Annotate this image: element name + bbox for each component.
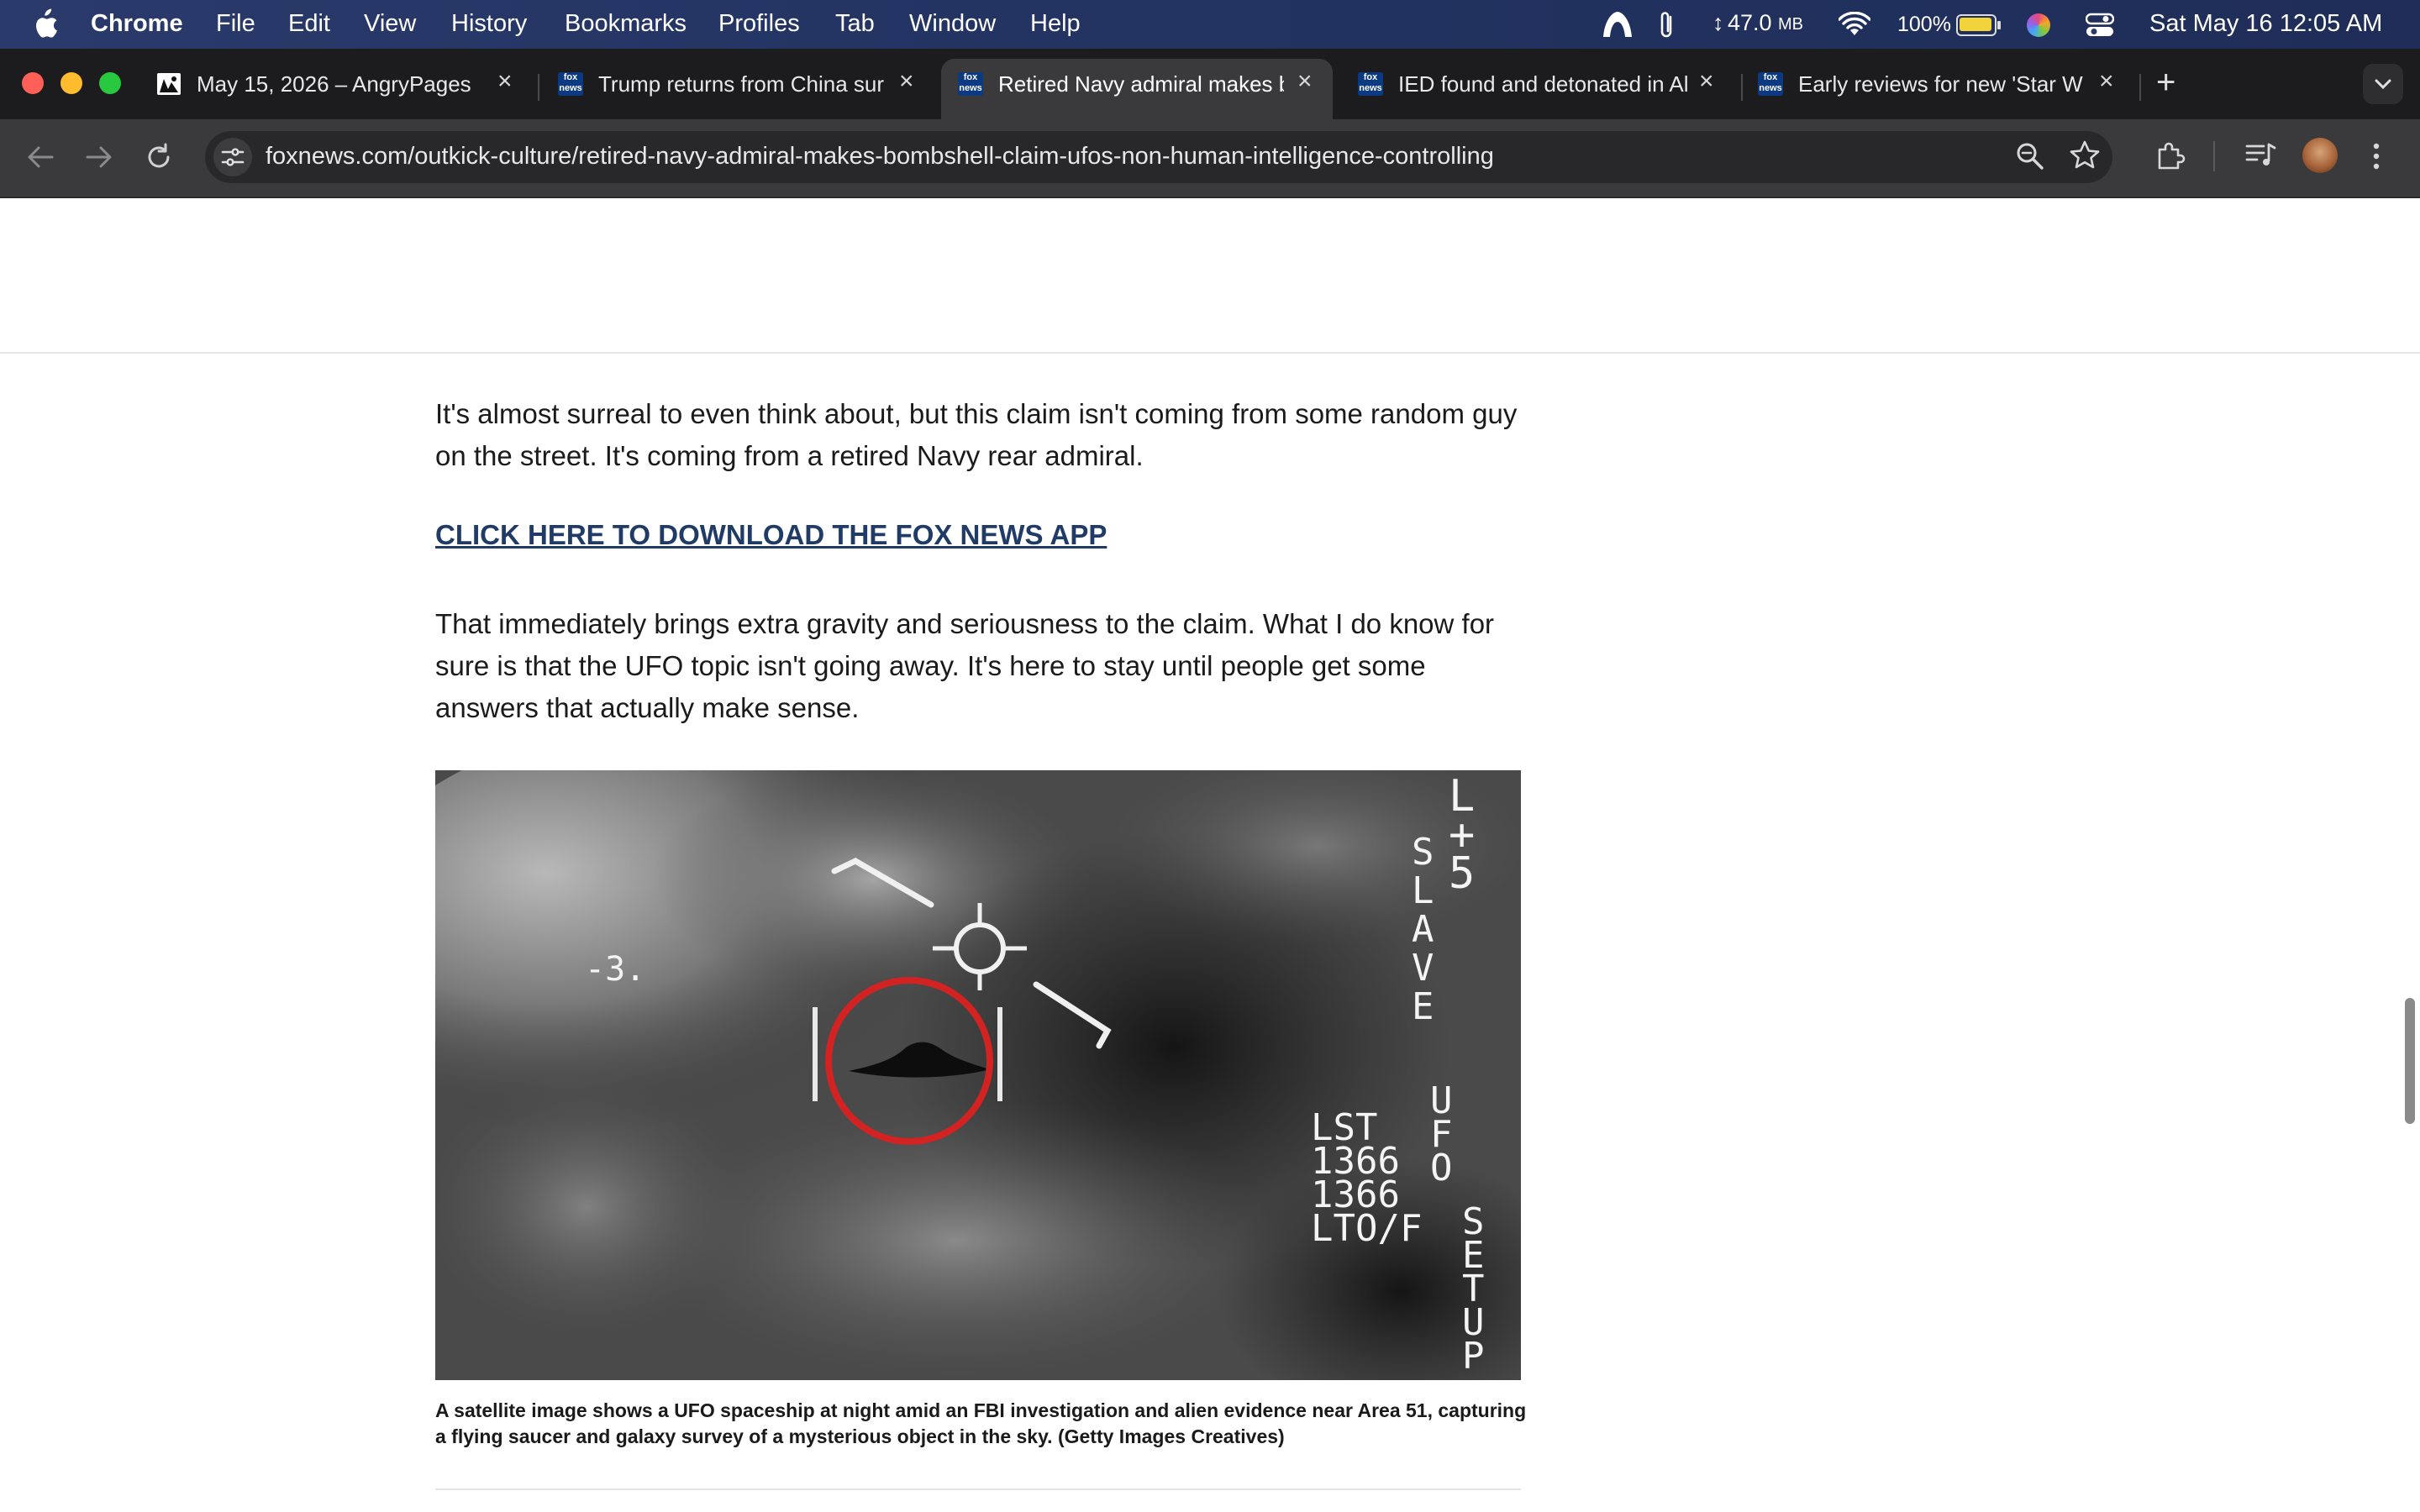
- menu-window[interactable]: Window: [909, 10, 996, 38]
- apple-icon[interactable]: [30, 8, 59, 40]
- siri-icon[interactable]: [2027, 13, 2050, 37]
- tab-search-button[interactable]: [2363, 64, 2403, 104]
- menu-clock[interactable]: Sat May 16 12:05 AM: [2149, 10, 2382, 38]
- battery-icon[interactable]: [1956, 14, 2001, 36]
- hud-lst-line: LTO/F: [1311, 1207, 1422, 1250]
- memory-unit: MB: [1778, 15, 1803, 34]
- chevron-down-icon: [2375, 79, 2391, 90]
- menu-file[interactable]: File: [216, 10, 255, 38]
- hud-slave-char: E: [1412, 985, 1434, 1028]
- page-scrollbar-thumb[interactable]: [2405, 998, 2415, 1124]
- tune-icon: [221, 148, 245, 166]
- tab-close-icon[interactable]: ×: [1699, 67, 1714, 96]
- macos-menu-bar: Chrome File Edit View History Bookmarks …: [0, 0, 2420, 49]
- toolbar-divider: [2213, 141, 2215, 171]
- media-controls-icon[interactable]: [2245, 141, 2277, 170]
- profile-avatar[interactable]: [2302, 138, 2338, 173]
- minimize-window-button[interactable]: [60, 72, 82, 94]
- article-image-ufo[interactable]: -3. L +5 S L A V E LST 1366 1366 LTO/F U F O S E T U P: [435, 770, 1521, 1380]
- tab-star-wars-reviews[interactable]: fox news Early reviews for new 'Star W ×: [1758, 59, 2128, 109]
- app-status-icon[interactable]: [1602, 10, 1634, 39]
- menu-history[interactable]: History: [451, 10, 527, 38]
- tab-separator: [2139, 74, 2141, 101]
- article-paragraph: It's almost surreal to even think about,…: [435, 398, 1518, 471]
- fox-news-favicon-icon: fox news: [558, 72, 583, 96]
- tab-title: May 15, 2026 – AngryPages: [197, 71, 471, 97]
- hud-slave-char: V: [1412, 947, 1434, 990]
- menu-edit[interactable]: Edit: [288, 10, 330, 38]
- hud-ufo-char: O: [1430, 1147, 1453, 1189]
- fox-news-favicon-icon: fox news: [1758, 72, 1783, 96]
- tab-retired-navy-admiral[interactable]: fox news Retired Navy admiral makes b ×: [941, 59, 1333, 119]
- wifi-icon[interactable]: [1839, 12, 1870, 37]
- tab-ied-found[interactable]: fox news IED found and detonated in Al ×: [1358, 59, 1728, 109]
- hud-slave-char: L: [1412, 869, 1434, 912]
- image-caption: A satellite image shows a UFO spaceship …: [435, 1399, 1527, 1447]
- kebab-menu-icon[interactable]: [2371, 141, 2381, 171]
- menu-app-name[interactable]: Chrome: [91, 10, 183, 38]
- control-center-icon[interactable]: [2086, 13, 2114, 38]
- tab-close-icon[interactable]: ×: [1297, 67, 1313, 96]
- ufo-photo: -3.L+5SLAVELST13661366LTO/FUFOSETUP: [435, 770, 1521, 1380]
- menu-view[interactable]: View: [364, 10, 416, 38]
- tab-close-icon[interactable]: ×: [899, 67, 914, 96]
- article-paragraph: That immediately brings extra gravity an…: [435, 608, 1495, 723]
- zoom-window-button[interactable]: [99, 72, 121, 94]
- reload-icon[interactable]: [143, 141, 175, 173]
- download-app-link[interactable]: CLICK HERE TO DOWNLOAD THE FOX NEWS APP: [435, 519, 1107, 551]
- tab-title: Retired Navy admiral makes b: [998, 71, 1284, 97]
- hud-setup-char: P: [1462, 1335, 1485, 1378]
- menu-help[interactable]: Help: [1030, 10, 1081, 38]
- hud-left-reading: -3.: [585, 950, 645, 989]
- tab-close-icon[interactable]: ×: [497, 67, 513, 96]
- menu-tab[interactable]: Tab: [835, 10, 875, 38]
- tab-title: Trump returns from China sur: [598, 71, 885, 97]
- tab-trump-china[interactable]: fox news Trump returns from China sur ×: [558, 59, 928, 109]
- tab-title: IED found and detonated in Al: [1398, 71, 1689, 97]
- battery-percent: 100%: [1897, 13, 1951, 36]
- memory-status-arrows: ↕: [1712, 10, 1724, 35]
- new-tab-plus-icon[interactable]: +: [2156, 64, 2175, 102]
- ad-placeholder: [0, 198, 2420, 354]
- forward-arrow-icon[interactable]: [84, 143, 114, 171]
- hud-slave-char: A: [1412, 908, 1434, 951]
- site-info-button[interactable]: [213, 138, 252, 176]
- hud-slave-char: S: [1412, 831, 1434, 874]
- menu-bookmarks[interactable]: Bookmarks: [565, 10, 687, 38]
- back-arrow-icon[interactable]: [25, 143, 55, 171]
- fox-news-favicon-icon: fox news: [958, 72, 983, 96]
- tab-separator: [1741, 74, 1743, 101]
- divider: [435, 1488, 1521, 1490]
- paperclip-icon[interactable]: [1657, 10, 1676, 40]
- menu-profiles[interactable]: Profiles: [718, 10, 800, 38]
- memory-status[interactable]: 47.0: [1728, 10, 1772, 36]
- hud-top-right-char: 5: [1449, 848, 1475, 899]
- fox-news-favicon-icon: fox news: [1358, 72, 1383, 96]
- url-text[interactable]: foxnews.com/outkick-culture/retired-navy…: [266, 143, 1494, 171]
- angrypages-favicon-icon: [157, 73, 181, 95]
- close-window-button[interactable]: [22, 72, 44, 94]
- tab-close-icon[interactable]: ×: [2099, 67, 2114, 96]
- bookmark-star-icon[interactable]: [2069, 139, 2101, 171]
- tab-separator: [538, 74, 539, 101]
- extensions-puzzle-icon[interactable]: [2154, 139, 2186, 171]
- tab-title: Early reviews for new 'Star W: [1798, 71, 2083, 97]
- zoom-search-icon[interactable]: [2015, 141, 2045, 171]
- tab-angrypages[interactable]: May 15, 2026 – AngryPages ×: [156, 59, 526, 109]
